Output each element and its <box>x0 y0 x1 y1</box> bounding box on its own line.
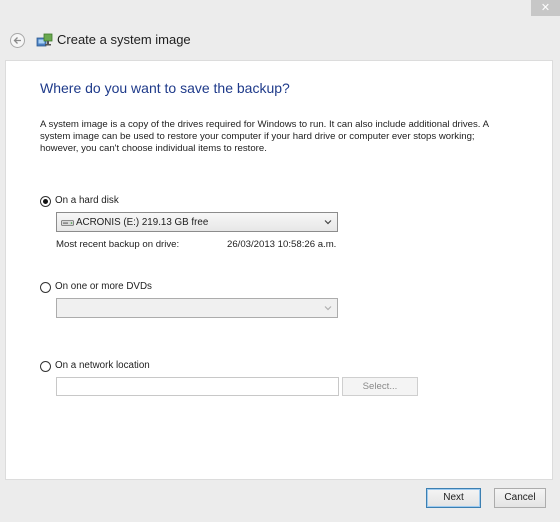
close-button[interactable]: ✕ <box>531 0 560 16</box>
dvd-label[interactable]: On one or more DVDs <box>55 281 152 292</box>
system-image-icon <box>36 33 53 47</box>
network-radio[interactable] <box>40 361 51 372</box>
radio-selected-dot <box>43 199 48 204</box>
hard-disk-label[interactable]: On a hard disk <box>55 195 119 206</box>
chevron-down-icon <box>324 220 332 225</box>
chevron-down-icon <box>324 306 332 311</box>
content-panel: Where do you want to save the backup? A … <box>5 60 553 480</box>
back-button[interactable] <box>10 33 25 48</box>
network-label[interactable]: On a network location <box>55 360 150 371</box>
recent-backup-value: 26/03/2013 10:58:26 a.m. <box>227 239 337 250</box>
drive-select-value: ACRONIS (E:) 219.13 GB free <box>76 217 209 228</box>
page-heading: Where do you want to save the backup? <box>40 80 290 96</box>
network-select-button[interactable]: Select... <box>342 377 418 396</box>
next-button[interactable]: Next <box>426 488 481 508</box>
cancel-button[interactable]: Cancel <box>494 488 546 508</box>
hard-disk-drive-select[interactable]: ACRONIS (E:) 219.13 GB free <box>56 212 338 232</box>
dvd-drive-select[interactable] <box>56 298 338 318</box>
hard-disk-radio[interactable] <box>40 196 51 207</box>
hard-drive-icon <box>61 220 74 226</box>
page-description: A system image is a copy of the drives r… <box>40 119 489 154</box>
recent-backup-label: Most recent backup on drive: <box>56 239 180 250</box>
dvd-radio[interactable] <box>40 282 51 293</box>
close-icon: ✕ <box>540 2 551 14</box>
network-path-input[interactable] <box>56 377 339 396</box>
window-title: Create a system image <box>57 32 191 47</box>
back-arrow-icon <box>13 37 21 44</box>
